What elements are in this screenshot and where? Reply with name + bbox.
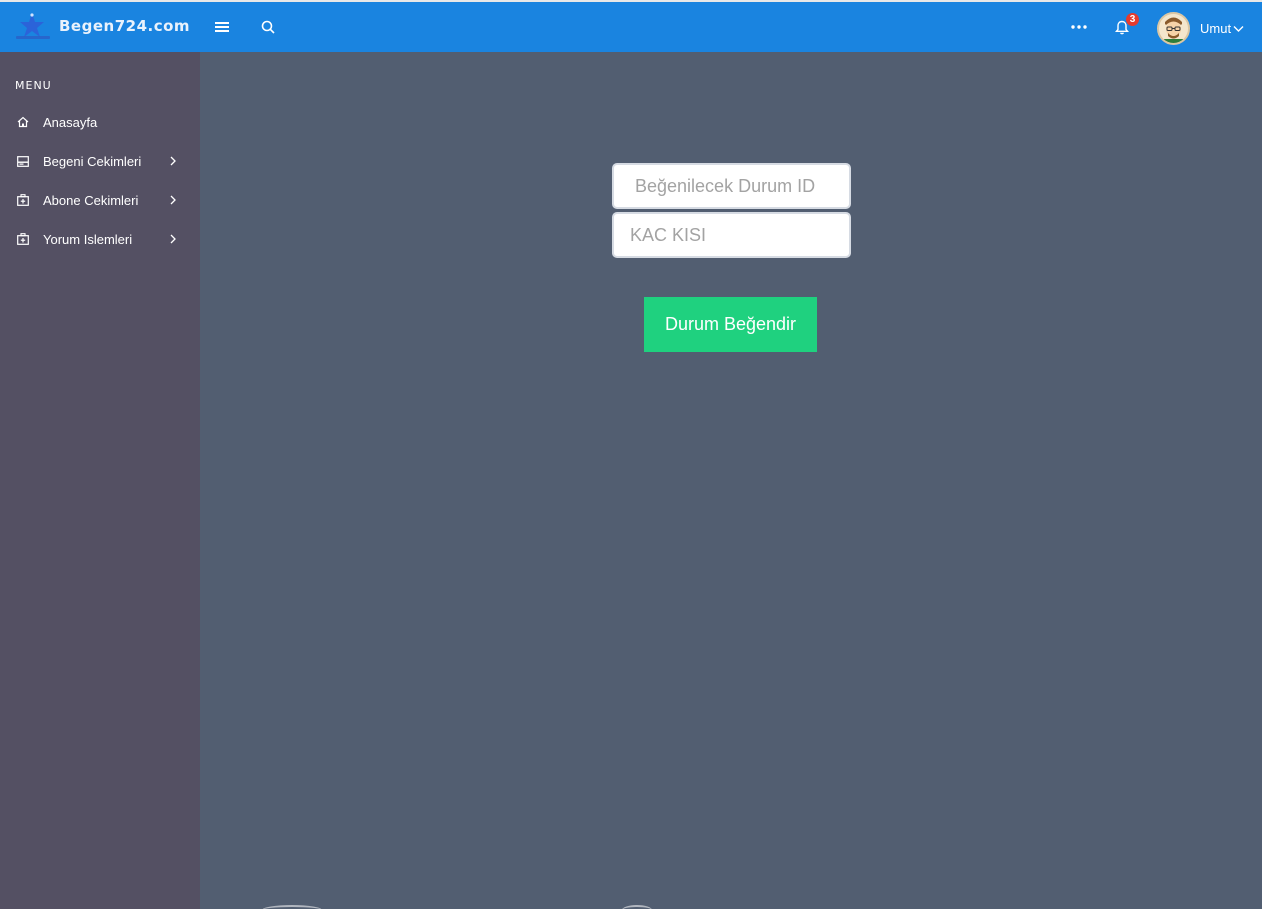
status-id-input[interactable] (612, 163, 851, 209)
chevron-right-icon (168, 195, 178, 205)
sidebar-item-abone-cekimleri[interactable]: Abone Cekimleri (0, 182, 200, 218)
sidebar-item-yorum-islemleri[interactable]: Yorum Islemleri (0, 221, 200, 257)
user-count-input[interactable] (612, 212, 851, 258)
top-navbar: Begen724.com 3 Umut (0, 0, 1262, 52)
sidebar: MENU Anasayfa Begeni Cekimleri Abone Cek… (0, 52, 200, 909)
decorative-arc (262, 905, 322, 909)
brand[interactable]: Begen724.com (0, 2, 200, 52)
brand-name: Begen724.com (59, 17, 191, 35)
sidebar-item-label: Begeni Cekimleri (43, 153, 142, 169)
hamburger-icon[interactable] (207, 2, 237, 52)
briefcase-plus-icon (16, 193, 30, 207)
sidebar-item-begeni-cekimleri[interactable]: Begeni Cekimleri (0, 143, 200, 179)
decorative-arc (622, 905, 652, 909)
user-name: Umut (1200, 20, 1232, 36)
star-logo-icon (15, 11, 51, 41)
sidebar-item-anasayfa[interactable]: Anasayfa (0, 104, 200, 140)
bell-icon[interactable] (1107, 2, 1137, 52)
ellipsis-icon[interactable] (1063, 2, 1095, 52)
chevron-right-icon (168, 234, 178, 244)
briefcase-plus-icon (16, 232, 30, 246)
user-menu[interactable]: Umut (1157, 11, 1244, 45)
chevron-right-icon (168, 156, 178, 166)
home-icon (16, 115, 30, 129)
sidebar-item-label: Anasayfa (43, 114, 98, 130)
search-icon[interactable] (253, 2, 283, 52)
inbox-icon (16, 154, 30, 168)
like-status-button[interactable]: Durum Beğendir (644, 297, 817, 352)
sidebar-menu-title: MENU (15, 79, 52, 92)
chevron-down-icon (1233, 20, 1244, 38)
sidebar-item-label: Abone Cekimleri (43, 192, 139, 208)
avatar-icon (1157, 11, 1190, 45)
notification-badge: 3 (1125, 12, 1140, 27)
sidebar-item-label: Yorum Islemleri (43, 231, 133, 247)
